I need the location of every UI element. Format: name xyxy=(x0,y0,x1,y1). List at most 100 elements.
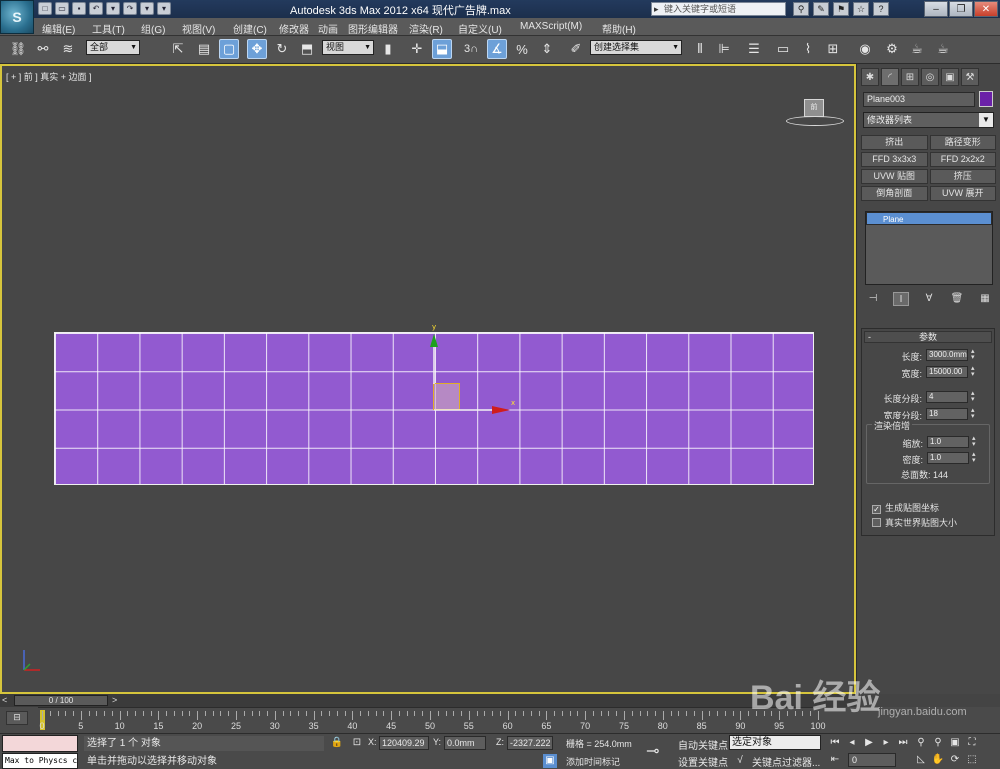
render-setup-icon[interactable]: ⚙ xyxy=(882,39,902,59)
favorites-star-icon[interactable]: ☆ xyxy=(853,2,869,16)
previous-frame-icon[interactable]: ◂ xyxy=(845,736,859,750)
maxscript-output-field[interactable] xyxy=(2,735,78,752)
go-to-start-icon[interactable]: ⏮ xyxy=(828,736,842,750)
move-gizmo[interactable]: y x xyxy=(422,320,522,420)
new-file-icon[interactable]: □ xyxy=(38,2,52,15)
orbit-icon[interactable]: ⟳ xyxy=(948,753,962,767)
front-viewport[interactable]: [ + ] 前 ] 真实 + 边面 ] 前 y x xyxy=(0,64,856,694)
maximize-viewport-icon[interactable]: ⬚ xyxy=(965,753,979,767)
menu-item[interactable]: 修改器 xyxy=(279,21,309,36)
keyboard-shortcut-override-icon[interactable]: ⬓ xyxy=(432,39,452,59)
chevron-down-icon[interactable]: ▼ xyxy=(979,113,993,127)
object-name-field[interactable]: Plane003 xyxy=(863,92,975,107)
menu-item[interactable]: 工具(T) xyxy=(92,21,125,36)
x-axis-arrow-icon[interactable] xyxy=(492,406,510,414)
x-coordinate-field[interactable]: 120409.29 xyxy=(379,736,429,750)
add-time-tag[interactable]: 添加时间标记 xyxy=(566,755,620,768)
graphite-ribbon-icon[interactable]: ▭ xyxy=(773,39,793,59)
percent-snap-icon[interactable]: % xyxy=(512,39,532,59)
bind-space-warp-icon[interactable]: ≋ xyxy=(58,39,78,59)
spinner-snap-icon[interactable]: ⇕ xyxy=(537,39,557,59)
key-filters-button[interactable]: 关键点过滤器... xyxy=(752,754,820,769)
material-editor-icon[interactable]: ◉ xyxy=(855,39,875,59)
time-slider-prev-icon[interactable]: < xyxy=(2,695,12,706)
menu-item[interactable]: 图形编辑器 xyxy=(348,21,398,36)
maximize-button[interactable]: ❐ xyxy=(949,1,973,17)
rendered-frame-window-icon[interactable]: ☕ xyxy=(907,39,927,59)
generate-mapping-checkbox[interactable]: ✓ 生成贴图坐标 xyxy=(872,501,939,514)
maxscript-input-field[interactable]: Max to Physcs c xyxy=(2,753,78,769)
key-mode-icon[interactable]: ⊸ xyxy=(646,741,659,761)
modifier-button[interactable]: 挤压 xyxy=(929,169,996,184)
modifier-list-dropdown[interactable]: 修改器列表 ▼ xyxy=(863,112,994,128)
redo-icon[interactable]: ↷ xyxy=(123,2,137,15)
hierarchy-tab-icon[interactable]: ⊞ xyxy=(901,68,919,86)
help-search-input[interactable]: 键入关键字或短语 xyxy=(651,2,786,16)
scale-field[interactable]: 1.0 xyxy=(927,436,969,448)
mirror-icon[interactable]: ⫴ xyxy=(690,39,710,59)
y-axis-arrow-icon[interactable] xyxy=(430,334,438,347)
length-spinner-icon[interactable]: ▴ ▾ xyxy=(971,348,977,361)
z-coordinate-field[interactable]: -2327.222 xyxy=(507,736,553,750)
absolute-relative-toggle-icon[interactable]: ⊡ xyxy=(350,736,364,750)
layer-manager-icon[interactable]: ☰ xyxy=(744,39,764,59)
modifier-button[interactable]: FFD 2x2x2 xyxy=(929,152,996,167)
render-production-icon[interactable]: ☕ xyxy=(933,39,953,59)
next-frame-icon[interactable]: ▸ xyxy=(879,736,893,750)
current-frame-field[interactable]: 0 xyxy=(848,753,896,767)
modifier-button[interactable]: 挤出 xyxy=(861,135,928,150)
viewcube-compass-ring[interactable] xyxy=(786,116,844,126)
binoculars-icon[interactable]: ⚲ xyxy=(793,2,809,16)
select-manipulate-icon[interactable]: ✛ xyxy=(407,39,427,59)
time-slider-next-icon[interactable]: > xyxy=(112,695,122,706)
length-segs-field[interactable]: 4 xyxy=(926,391,968,403)
key-selection-dropdown[interactable]: 选定对象 xyxy=(729,735,821,750)
app-logo-button[interactable]: S xyxy=(0,0,34,34)
lock-selection-icon[interactable]: 🔒 xyxy=(330,736,344,750)
help-icon[interactable]: ? xyxy=(873,2,889,16)
named-selection-dropdown[interactable]: 创建选择集 xyxy=(590,40,682,55)
schematic-view-icon[interactable]: ⊞ xyxy=(823,39,843,59)
zoom-extents-icon[interactable]: ▣ xyxy=(948,736,962,750)
unlink-icon[interactable]: ⚯ xyxy=(33,39,53,59)
pan-view-icon[interactable]: ✋ xyxy=(931,753,945,767)
undo-dropdown-icon[interactable]: ▾ xyxy=(106,2,120,15)
select-by-name-icon[interactable]: ▤ xyxy=(194,39,214,59)
modifier-button[interactable]: UVW 展开 xyxy=(929,186,996,201)
length-field[interactable]: 3000.0mm xyxy=(926,349,968,361)
field-of-view-icon[interactable]: ◺ xyxy=(914,753,928,767)
adaptive-degradation-icon[interactable]: ▣ xyxy=(543,754,557,768)
pivot-center-icon[interactable]: ▮ xyxy=(378,39,398,59)
time-slider[interactable]: < 0 / 100 > xyxy=(0,694,856,707)
modifier-stack-item[interactable]: Plane xyxy=(866,212,992,225)
subscription-icon[interactable]: ✎ xyxy=(813,2,829,16)
parameters-rollout-header[interactable]: - 参数 xyxy=(864,331,992,343)
viewport-label[interactable]: [ + ] 前 ] 真实 + 边面 ] xyxy=(6,70,92,83)
scale-spinner-icon[interactable]: ▴ ▾ xyxy=(972,435,978,448)
menu-item[interactable]: 动画 xyxy=(318,21,338,36)
select-and-link-icon[interactable]: ⛓ xyxy=(8,39,28,59)
frame-ruler[interactable]: 0 5 10 15 20 25 30 35 40 45 50 55 60 65 70 75 80 85 90 95 10… xyxy=(38,707,826,733)
make-unique-icon[interactable]: ∀ xyxy=(921,292,937,306)
auto-key-button[interactable]: 自动关键点 xyxy=(678,737,728,752)
viewcube[interactable]: 前 xyxy=(786,96,844,126)
align-icon[interactable]: ⊫ xyxy=(714,39,734,59)
reference-coord-dropdown[interactable]: 视图 xyxy=(322,40,374,55)
modifier-button[interactable]: FFD 3x3x3 xyxy=(861,152,928,167)
qat-customize-icon[interactable]: ▾ xyxy=(157,2,171,15)
width-spinner-icon[interactable]: ▴ ▾ xyxy=(971,365,977,378)
minimize-button[interactable]: – xyxy=(924,1,948,17)
zoom-extents-all-icon[interactable]: ⛶ xyxy=(965,736,979,750)
y-coordinate-field[interactable]: 0.0mm xyxy=(444,736,486,750)
communication-icon[interactable]: ⚑ xyxy=(833,2,849,16)
configure-modifier-sets-icon[interactable]: ▦ xyxy=(977,292,993,306)
rectangular-selection-icon[interactable]: ▢ xyxy=(219,39,239,59)
create-tab-icon[interactable]: ✱ xyxy=(861,68,879,86)
density-field[interactable]: 1.0 xyxy=(927,452,969,464)
select-and-scale-icon[interactable]: ⬒ xyxy=(297,39,317,59)
key-mode-toggle-icon[interactable]: ⇤ xyxy=(828,753,842,767)
select-object-icon[interactable]: ⇱ xyxy=(168,39,188,59)
length-segs-spinner-icon[interactable]: ▴ ▾ xyxy=(971,390,977,403)
pin-stack-icon[interactable]: ⊣ xyxy=(865,292,881,306)
snaps-toggle-icon[interactable]: 3 ∩ xyxy=(461,39,481,59)
